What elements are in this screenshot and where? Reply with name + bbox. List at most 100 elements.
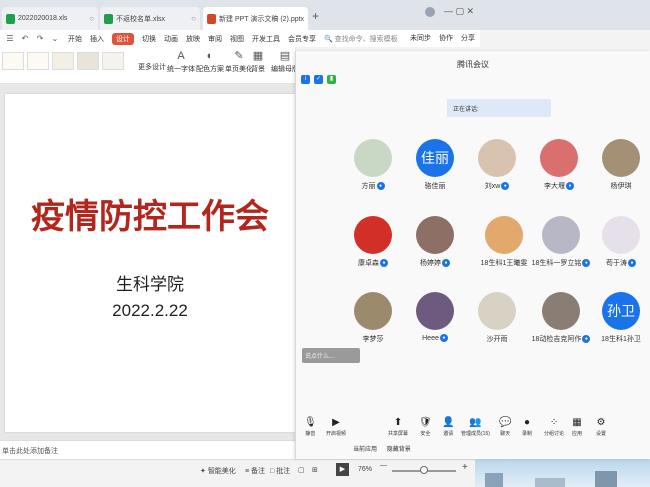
collaborate-button[interactable]: 协作	[439, 33, 453, 43]
meeting-title: 腾讯会议	[457, 60, 489, 69]
info-icon[interactable]: i	[301, 75, 310, 84]
mute-button[interactable]: 🎙 静音	[304, 417, 317, 437]
menu-design[interactable]: 设计	[112, 32, 134, 45]
beautify-status-button[interactable]: ✦ 智能美化	[200, 466, 236, 476]
participant-tile[interactable]: 刘xw ●	[469, 139, 525, 191]
breakout-button[interactable]: ⁘ 分组讨论	[544, 417, 564, 437]
notes-field[interactable]: 单击此处添加备注	[0, 440, 300, 459]
share-screen-button[interactable]: ⬆ 共享屏幕	[388, 417, 408, 437]
undo-icon[interactable]: ↶	[20, 34, 30, 44]
avatar	[354, 216, 392, 254]
close-icon[interactable]: ○	[86, 14, 94, 23]
unify-font-button[interactable]: A 统一字体	[167, 50, 195, 74]
avatar: 佳丽	[416, 139, 454, 177]
participant-tile[interactable]: 18动检吉克阿作 ●	[526, 292, 596, 344]
participant-tile[interactable]: 李大堰 ●	[531, 139, 587, 191]
menu-view[interactable]: 视图	[230, 34, 244, 44]
window-controls[interactable]: — ▢ ✕	[444, 6, 474, 17]
participant-tile[interactable]: 18生科一罗立铭 ●	[526, 216, 596, 268]
participant-tile[interactable]: 杨婷婷 ●	[407, 216, 463, 268]
dropdown-icon[interactable]: ⌄	[50, 34, 60, 44]
record-button[interactable]: ● 录制	[522, 417, 532, 437]
avatar	[478, 139, 516, 177]
template-thumbnail[interactable]	[77, 52, 99, 70]
beautify-button[interactable]: ✎ 单页美化	[225, 50, 253, 74]
command-search-input[interactable]: 🔍 查找命令、搜索模板	[324, 34, 398, 44]
slide-canvas[interactable]: 疫情防控工作会 生科学院 2022.2.22	[5, 94, 295, 432]
palette-icon: ◐	[206, 50, 214, 62]
current-app-label[interactable]: 当前应用	[353, 447, 377, 453]
zoom-slider-handle[interactable]	[420, 466, 428, 474]
video-button[interactable]: ▶ 开启视频	[326, 417, 346, 437]
close-icon[interactable]: ○	[188, 14, 196, 23]
menu-slideshow[interactable]: 放映	[186, 34, 200, 44]
tab-pptx[interactable]: 新建 PPT 演示文稿 (2).pptx ○	[203, 7, 308, 30]
participant-tile[interactable]: Heee ●	[407, 292, 463, 342]
security-button[interactable]: 🛡 安全	[419, 417, 432, 437]
tab-xls-1[interactable]: 2022020018.xls ○	[2, 7, 98, 30]
building-shape	[485, 473, 503, 487]
view-sorter-icon[interactable]: ⊞	[312, 466, 318, 474]
apps-button[interactable]: ▦ 应用	[572, 417, 582, 437]
participant-tile[interactable]: 苟于涛 ●	[593, 216, 649, 268]
slideshow-play-button[interactable]: ▶	[336, 463, 349, 476]
menu-insert[interactable]: 插入	[90, 34, 104, 44]
tab-label: 新建 PPT 演示文稿 (2).pptx	[219, 15, 305, 23]
menu-right-actions: 未同步 协作 分享	[410, 33, 475, 43]
settings-button[interactable]: ⚙ 设置	[596, 417, 606, 437]
share-button[interactable]: 分享	[461, 33, 475, 43]
avatar[interactable]	[425, 7, 435, 17]
background-button[interactable]: ▦ 背景	[251, 50, 265, 74]
slide-title[interactable]: 疫情防控工作会	[5, 189, 295, 238]
zoom-level[interactable]: 76%	[358, 466, 372, 473]
participant-tile[interactable]: 孙卫 18生科1孙卫	[593, 292, 649, 344]
invite-button[interactable]: 👤 邀请	[442, 417, 454, 437]
template-thumbnail[interactable]	[27, 52, 49, 70]
slide-date[interactable]: 2022.2.22	[5, 301, 295, 321]
template-thumbnail[interactable]	[52, 52, 74, 70]
more-design-button[interactable]: 更多设计	[138, 62, 166, 72]
participant-name: 李梦莎	[362, 336, 384, 343]
menu-developer[interactable]: 开发工具	[252, 34, 280, 44]
color-scheme-button[interactable]: ◐ 配色方案	[196, 50, 224, 74]
meeting-status-icons: i ✓ ▮	[301, 75, 336, 84]
hide-bg-label[interactable]: 隐藏背景	[387, 447, 411, 453]
sync-button[interactable]: 未同步	[410, 33, 431, 43]
mic-icon: ●	[439, 334, 448, 342]
template-thumbnail[interactable]	[102, 52, 124, 70]
close-icon[interactable]: ○	[304, 14, 308, 23]
zoom-in-button[interactable]: +	[462, 462, 468, 473]
participant-name-row: Heee ●	[407, 334, 463, 342]
menu-home[interactable]: 开始	[68, 34, 82, 44]
manage-members-button[interactable]: 👥 管理成员(15)	[461, 417, 490, 437]
redo-icon[interactable]: ↷	[35, 34, 45, 44]
new-tab-button[interactable]: +	[312, 9, 319, 23]
zoom-out-button[interactable]: —	[380, 462, 387, 469]
menu-animation[interactable]: 动画	[164, 34, 178, 44]
building-shape	[595, 471, 617, 487]
menu-review[interactable]: 审阅	[208, 34, 222, 44]
menu-transition[interactable]: 切换	[142, 34, 156, 44]
notes-toggle-button[interactable]: ≡ 备注	[245, 466, 265, 476]
menu-icon[interactable]: ☰	[5, 34, 15, 44]
participant-tile[interactable]: 杨伊琪	[593, 139, 649, 191]
participant-tile[interactable]: 沙开雨	[469, 292, 525, 344]
annotate-button[interactable]: □ 批注	[270, 466, 290, 476]
participant-name: 苟于涛	[606, 260, 627, 267]
speaking-label: 正在讲话:	[453, 107, 479, 113]
template-thumbnail[interactable]	[2, 52, 24, 70]
slide-subtitle[interactable]: 生科学院	[5, 270, 295, 295]
notes-placeholder: 单击此处添加备注	[2, 448, 58, 455]
font-icon: A	[177, 50, 185, 62]
chat-button[interactable]: 💬 聊天	[499, 417, 511, 437]
tab-xlsx-2[interactable]: 不返校名单.xlsx ○	[100, 7, 200, 30]
participant-tile[interactable]: 方丽 ●	[345, 139, 401, 191]
participant-tile[interactable]: 李梦莎	[345, 292, 401, 344]
view-normal-icon[interactable]: ▢	[298, 466, 305, 474]
participant-tile[interactable]: 康卓森 ●	[345, 216, 401, 268]
menu-member[interactable]: 会员专享	[288, 34, 316, 44]
chat-input-bubble[interactable]: 说点什么...	[302, 348, 360, 363]
record-icon: ●	[523, 417, 531, 428]
shield-icon[interactable]: ✓	[314, 75, 323, 84]
participant-tile[interactable]: 佳丽 骆佳丽	[407, 139, 463, 191]
